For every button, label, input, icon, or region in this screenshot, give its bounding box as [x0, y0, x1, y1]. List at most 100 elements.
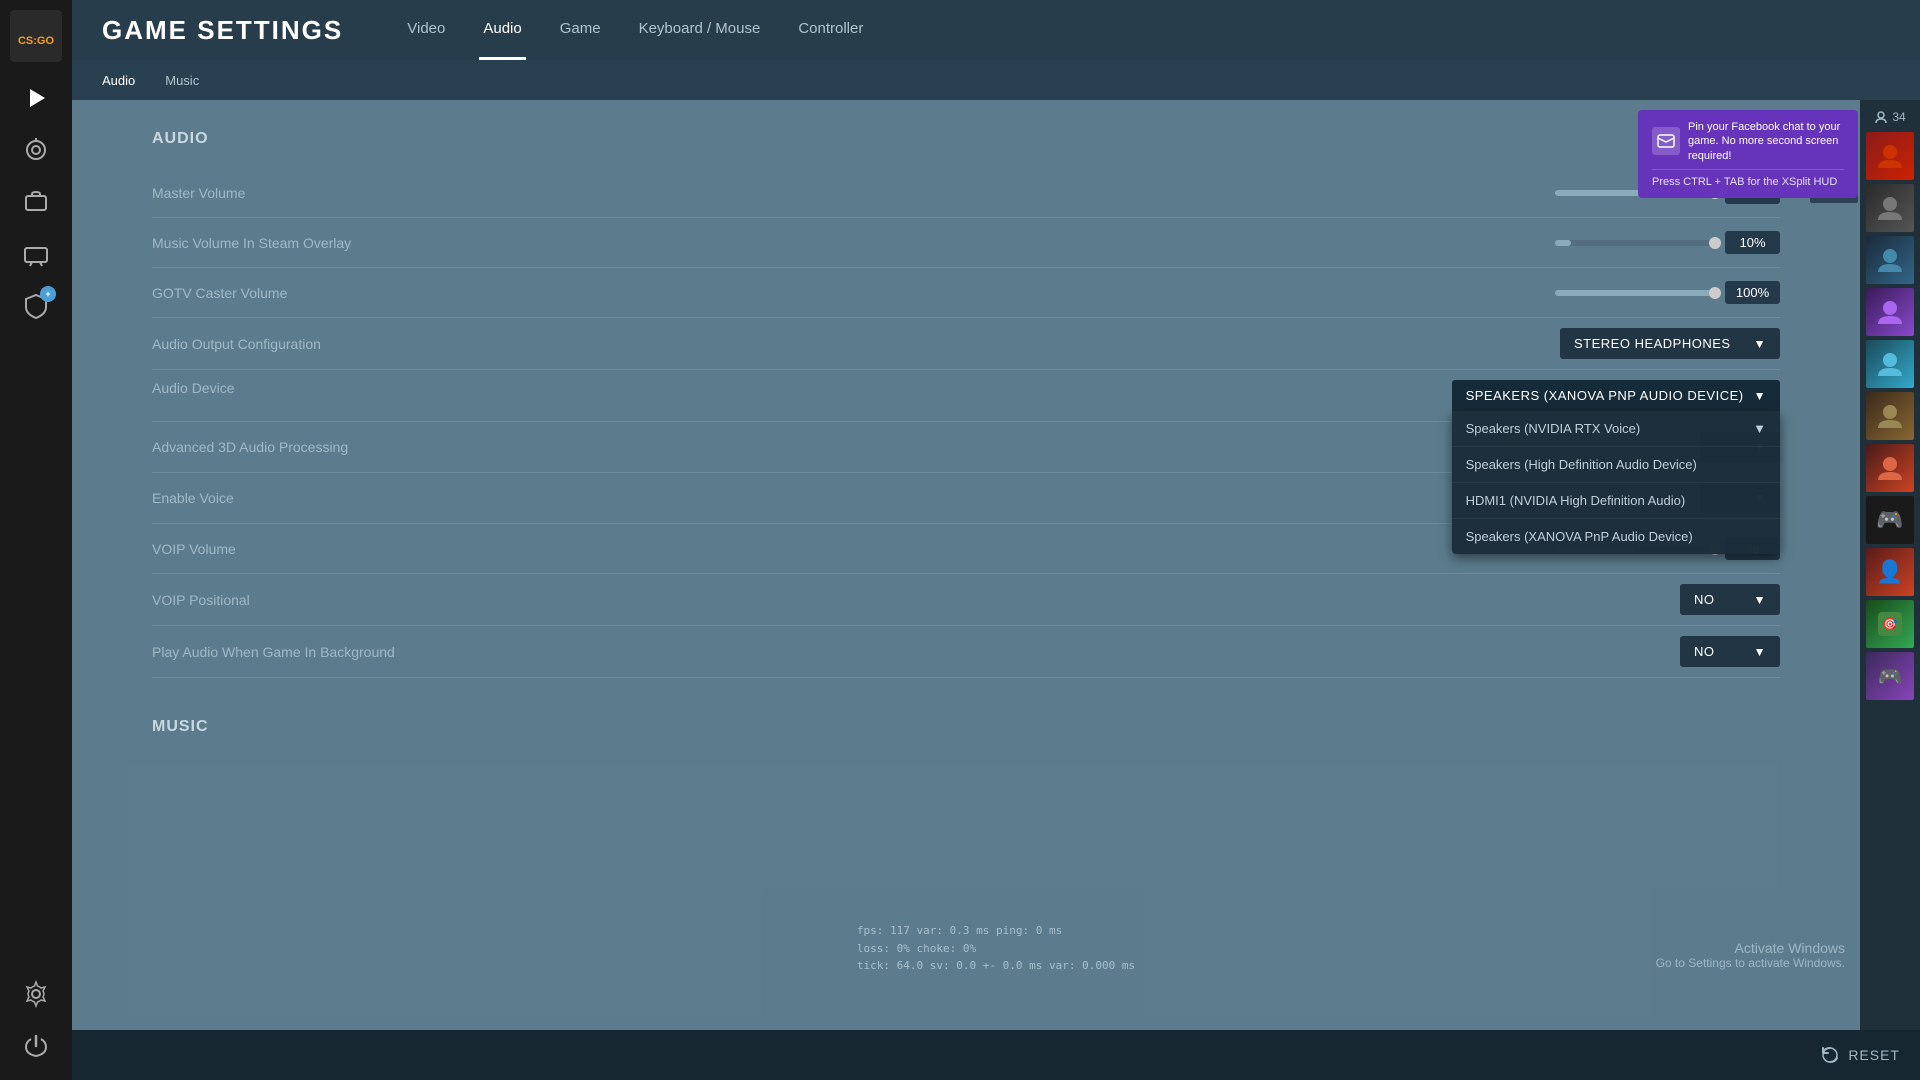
audio-option-4[interactable]: Speakers (XANOVA PnP Audio Device)	[1452, 519, 1780, 554]
audio-option-1[interactable]: Speakers (NVIDIA RTX Voice) ▼	[1452, 411, 1780, 447]
friend-avatar-11[interactable]: 🎮	[1866, 652, 1914, 700]
audio-output-value: STEREO HEADPHONES	[1574, 336, 1731, 351]
voip-positional-dropdown[interactable]: NO ▼	[1680, 584, 1780, 615]
sidebar-item-settings[interactable]	[12, 970, 60, 1018]
notification-icon	[1652, 127, 1680, 155]
gotv-row: GOTV Caster Volume 100%	[152, 268, 1780, 318]
shield-badge: +	[40, 286, 56, 302]
audio-device-wrapper: SPEAKERS (XANOVA PNP AUDIO DEVICE) ▼ Spe…	[1452, 380, 1780, 411]
audio-device-arrow: ▼	[1754, 389, 1766, 403]
master-volume-row: Master Volume 100%	[152, 168, 1780, 218]
tab-game[interactable]: Game	[556, 0, 605, 60]
reset-button[interactable]: RESET	[1820, 1045, 1900, 1065]
friend-avatar-3[interactable]	[1866, 236, 1914, 284]
tab-keyboard-mouse[interactable]: Keyboard / Mouse	[635, 0, 765, 60]
subtab-music[interactable]: Music	[165, 60, 199, 100]
csgo-logo[interactable]: CS:GO	[10, 10, 62, 62]
play-audio-bg-dropdown[interactable]: NO ▼	[1680, 636, 1780, 667]
friend-avatar-7[interactable]	[1866, 444, 1914, 492]
content-area: Audio Master Volume 100% Music Volume In…	[72, 100, 1920, 1030]
music-overlay-track[interactable]	[1555, 240, 1715, 246]
friend-avatar-10[interactable]: 🎯	[1866, 600, 1914, 648]
sidebar-item-radio[interactable]	[12, 126, 60, 174]
audio-output-label: Audio Output Configuration	[152, 336, 1560, 352]
friend-avatar-2[interactable]	[1866, 184, 1914, 232]
friends-count: 34	[1870, 106, 1909, 128]
footer: RESET	[72, 1030, 1920, 1080]
gotv-fill	[1555, 290, 1715, 296]
audio-option-3-label: HDMI1 (NVIDIA High Definition Audio)	[1466, 493, 1686, 508]
friends-count-value: 34	[1892, 110, 1905, 124]
music-overlay-value: 10%	[1725, 231, 1780, 254]
notification-popup: Pin your Facebook chat to your game. No …	[1638, 110, 1858, 198]
gotv-track[interactable]	[1555, 290, 1715, 296]
tab-video[interactable]: Video	[403, 0, 449, 60]
sidebar-item-tv[interactable]	[12, 230, 60, 278]
friend-avatar-1[interactable]	[1866, 132, 1914, 180]
voip-positional-control: NO ▼	[1680, 584, 1780, 615]
voip-positional-arrow: ▼	[1754, 593, 1766, 607]
sidebar-item-play[interactable]	[12, 74, 60, 122]
music-overlay-fill	[1555, 240, 1571, 246]
subtab-audio[interactable]: Audio	[102, 60, 135, 100]
friend-avatar-4[interactable]	[1866, 288, 1914, 336]
audio-option-4-label: Speakers (XANOVA PnP Audio Device)	[1466, 529, 1693, 544]
gotv-label: GOTV Caster Volume	[152, 285, 1555, 301]
music-overlay-label: Music Volume In Steam Overlay	[152, 235, 1555, 251]
friend-avatar-9[interactable]: 👤	[1866, 548, 1914, 596]
notification-header: Pin your Facebook chat to your game. No …	[1652, 120, 1844, 163]
play-audio-bg-control: NO ▼	[1680, 636, 1780, 667]
audio-device-label: Audio Device	[152, 380, 1452, 396]
svg-text:🎯: 🎯	[1883, 617, 1898, 631]
left-sidebar: CS:GO +	[0, 0, 72, 1080]
audio-device-list: Speakers (NVIDIA RTX Voice) ▼ Speakers (…	[1452, 411, 1780, 554]
audio-device-row: Audio Device SPEAKERS (XANOVA PNP AUDIO …	[152, 370, 1780, 422]
header: GAME SETTINGS Video Audio Game Keyboard …	[72, 0, 1920, 60]
master-volume-label: Master Volume	[152, 185, 1555, 201]
music-section-title: Music	[152, 718, 1780, 736]
audio-option-1-label: Speakers (NVIDIA RTX Voice)	[1466, 421, 1641, 436]
voip-positional-label: VOIP Positional	[152, 592, 1680, 608]
sub-tabs: Audio Music	[72, 60, 1920, 100]
sidebar-item-power[interactable]	[12, 1022, 60, 1070]
music-overlay-thumb[interactable]	[1709, 237, 1721, 249]
notification-title: Pin your Facebook chat to your game. No …	[1688, 120, 1844, 163]
play-audio-bg-label: Play Audio When Game In Background	[152, 644, 1680, 660]
play-audio-bg-value: NO	[1694, 644, 1715, 659]
main-nav: Video Audio Game Keyboard / Mouse Contro…	[403, 0, 867, 60]
friend-avatar-8[interactable]: 🎮	[1866, 496, 1914, 544]
audio-device-selected: SPEAKERS (XANOVA PNP AUDIO DEVICE)	[1466, 388, 1744, 403]
page-title: GAME SETTINGS	[102, 15, 343, 46]
friend-avatar-5[interactable]	[1866, 340, 1914, 388]
audio-option-2-label: Speakers (High Definition Audio Device)	[1466, 457, 1697, 472]
audio-device-dropdown[interactable]: SPEAKERS (XANOVA PNP AUDIO DEVICE) ▼	[1452, 380, 1780, 411]
voip-positional-row: VOIP Positional NO ▼	[152, 574, 1780, 626]
voip-positional-value: NO	[1694, 592, 1715, 607]
tab-audio[interactable]: Audio	[479, 0, 525, 60]
settings-panel: Audio Master Volume 100% Music Volume In…	[72, 100, 1860, 1030]
music-overlay-control: 10%	[1555, 231, 1780, 254]
notification-subtitle: Press CTRL + TAB for the XSplit HUD	[1652, 169, 1844, 188]
music-overlay-row: Music Volume In Steam Overlay 10%	[152, 218, 1780, 268]
audio-output-dropdown[interactable]: STEREO HEADPHONES ▼	[1560, 328, 1780, 359]
audio-device-control: SPEAKERS (XANOVA PNP AUDIO DEVICE) ▼ Spe…	[1452, 380, 1780, 411]
voip-volume-label: VOIP Volume	[152, 541, 1555, 557]
main-content: GAME SETTINGS Video Audio Game Keyboard …	[72, 0, 1920, 1080]
tab-controller[interactable]: Controller	[794, 0, 867, 60]
sidebar-item-inventory[interactable]	[12, 178, 60, 226]
right-sidebar: 34 🎮	[1860, 100, 1920, 1030]
play-audio-bg-arrow: ▼	[1754, 645, 1766, 659]
gotv-thumb[interactable]	[1709, 287, 1721, 299]
audio-option-1-arrow: ▼	[1753, 421, 1766, 436]
reset-label: RESET	[1848, 1047, 1900, 1063]
audio-output-row: Audio Output Configuration STEREO HEADPH…	[152, 318, 1780, 370]
audio-option-3[interactable]: HDMI1 (NVIDIA High Definition Audio)	[1452, 483, 1780, 519]
gotv-control: 100%	[1555, 281, 1780, 304]
audio-option-2[interactable]: Speakers (High Definition Audio Device)	[1452, 447, 1780, 483]
svg-text:CS:GO: CS:GO	[18, 35, 55, 47]
audio-output-arrow: ▼	[1754, 337, 1766, 351]
friend-avatar-6[interactable]	[1866, 392, 1914, 440]
audio-output-control: STEREO HEADPHONES ▼	[1560, 328, 1780, 359]
sidebar-item-shield[interactable]: +	[12, 282, 60, 330]
play-audio-bg-row: Play Audio When Game In Background NO ▼	[152, 626, 1780, 678]
